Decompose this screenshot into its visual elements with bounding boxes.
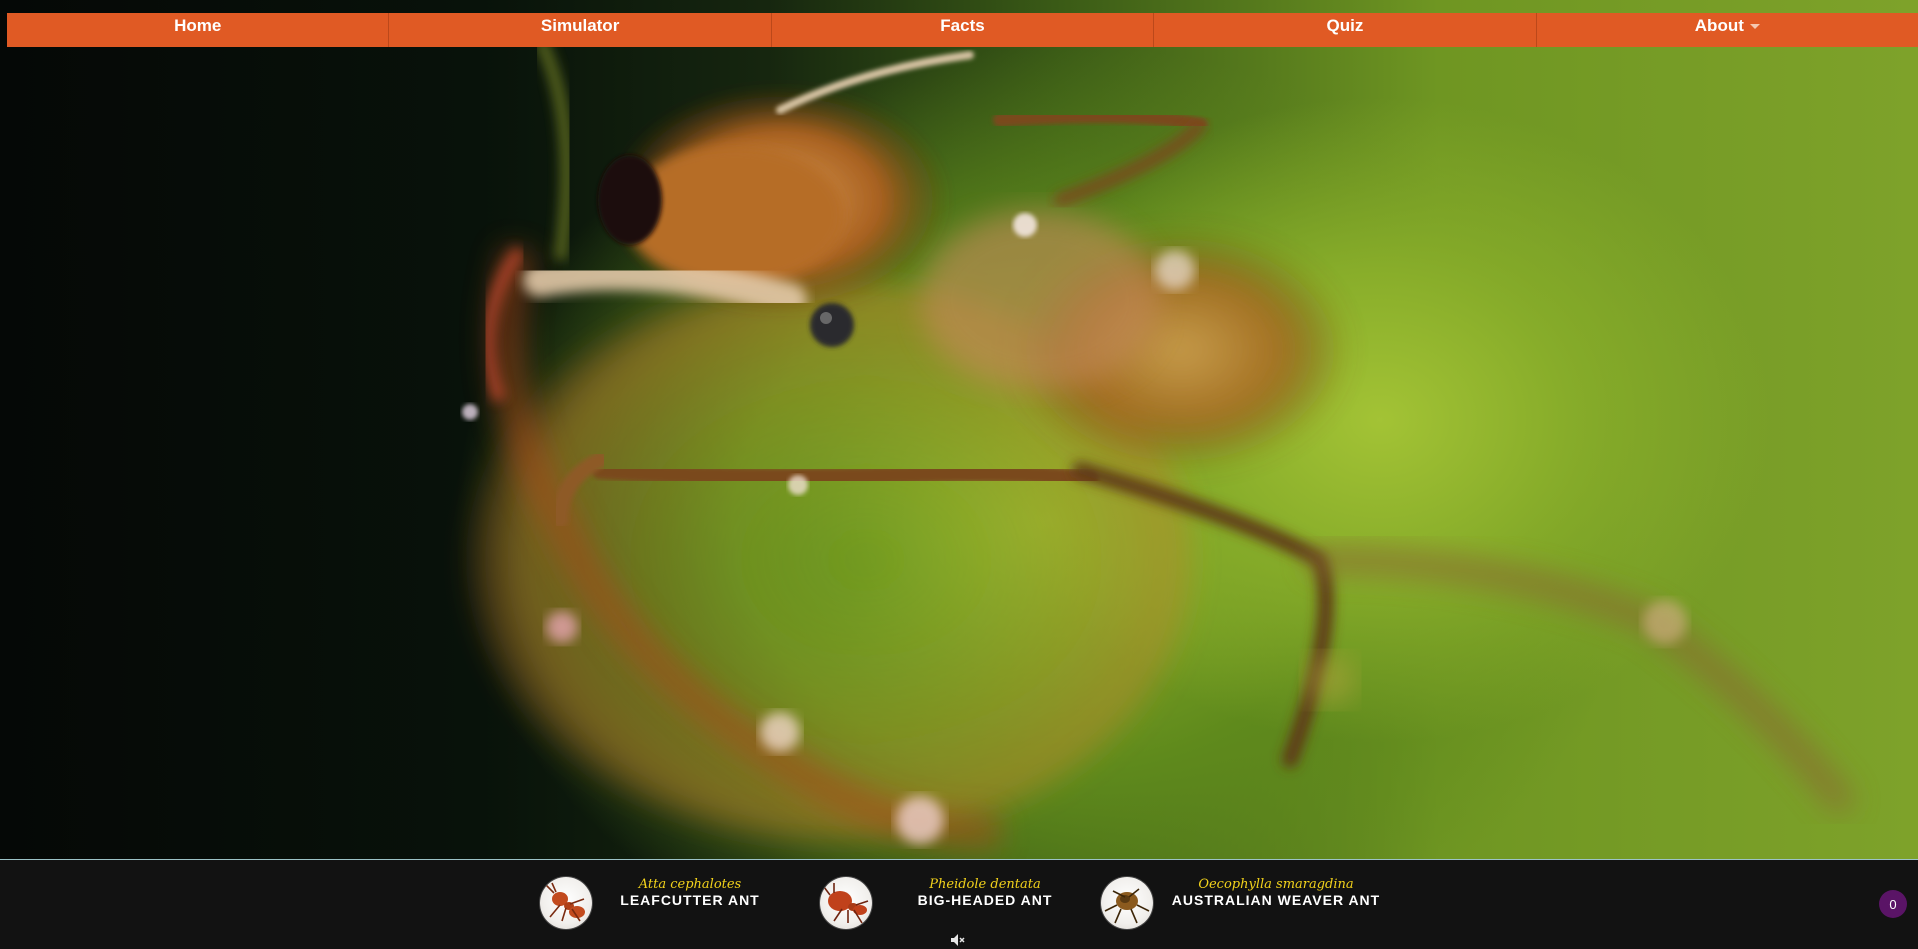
species-item-leafcutter[interactable]: Atta cephalotes LEAFCUTTER ANT xyxy=(540,867,780,929)
species-item-big-headed[interactable]: Pheidole dentata BIG-HEADED ANT xyxy=(820,867,1060,929)
ant-icon xyxy=(540,877,592,929)
nav-quiz-label: Quiz xyxy=(1326,16,1364,35)
ant-icon xyxy=(820,877,872,929)
nav-about[interactable]: About xyxy=(1537,13,1918,47)
counter-badge[interactable]: 0 xyxy=(1879,890,1907,918)
nav-facts-label: Facts xyxy=(940,16,985,35)
page: Home Simulator Facts Quiz About Atta cep… xyxy=(0,0,1918,949)
nav-simulator-label: Simulator xyxy=(540,16,620,35)
species-text: Pheidole dentata BIG-HEADED ANT xyxy=(895,877,1075,909)
scientific-name: Atta cephalotes xyxy=(638,877,742,892)
species-text: Oecophylla smaragdina AUSTRALIAN WEAVER … xyxy=(1166,877,1386,909)
nav-facts[interactable]: Facts xyxy=(772,13,1155,47)
nav-simulator[interactable]: Simulator xyxy=(389,13,772,47)
scientific-name: Oecophylla smaragdina xyxy=(1198,877,1354,892)
speaker-muted-icon[interactable] xyxy=(950,933,966,947)
common-name: LEAFCUTTER ANT xyxy=(620,892,760,908)
common-name: BIG-HEADED ANT xyxy=(917,892,1053,908)
nav-home[interactable]: Home xyxy=(7,13,390,47)
nav-quiz[interactable]: Quiz xyxy=(1154,13,1537,47)
common-name: AUSTRALIAN WEAVER ANT xyxy=(1171,892,1381,908)
ant-icon xyxy=(1101,877,1153,929)
ant-closeup-icon xyxy=(462,37,1853,849)
nav-about-label: About xyxy=(1694,16,1744,35)
scientific-name: Pheidole dentata xyxy=(929,877,1041,892)
species-text: Atta cephalotes LEAFCUTTER ANT xyxy=(600,877,780,909)
main-navbar: Home Simulator Facts Quiz About xyxy=(7,13,1918,47)
species-item-weaver[interactable]: Oecophylla smaragdina AUSTRALIAN WEAVER … xyxy=(1101,867,1401,929)
hero-video[interactable] xyxy=(0,0,1918,859)
counter-value: 0 xyxy=(1889,896,1897,912)
chevron-down-icon xyxy=(1749,23,1760,29)
nav-home-label: Home xyxy=(174,16,222,35)
